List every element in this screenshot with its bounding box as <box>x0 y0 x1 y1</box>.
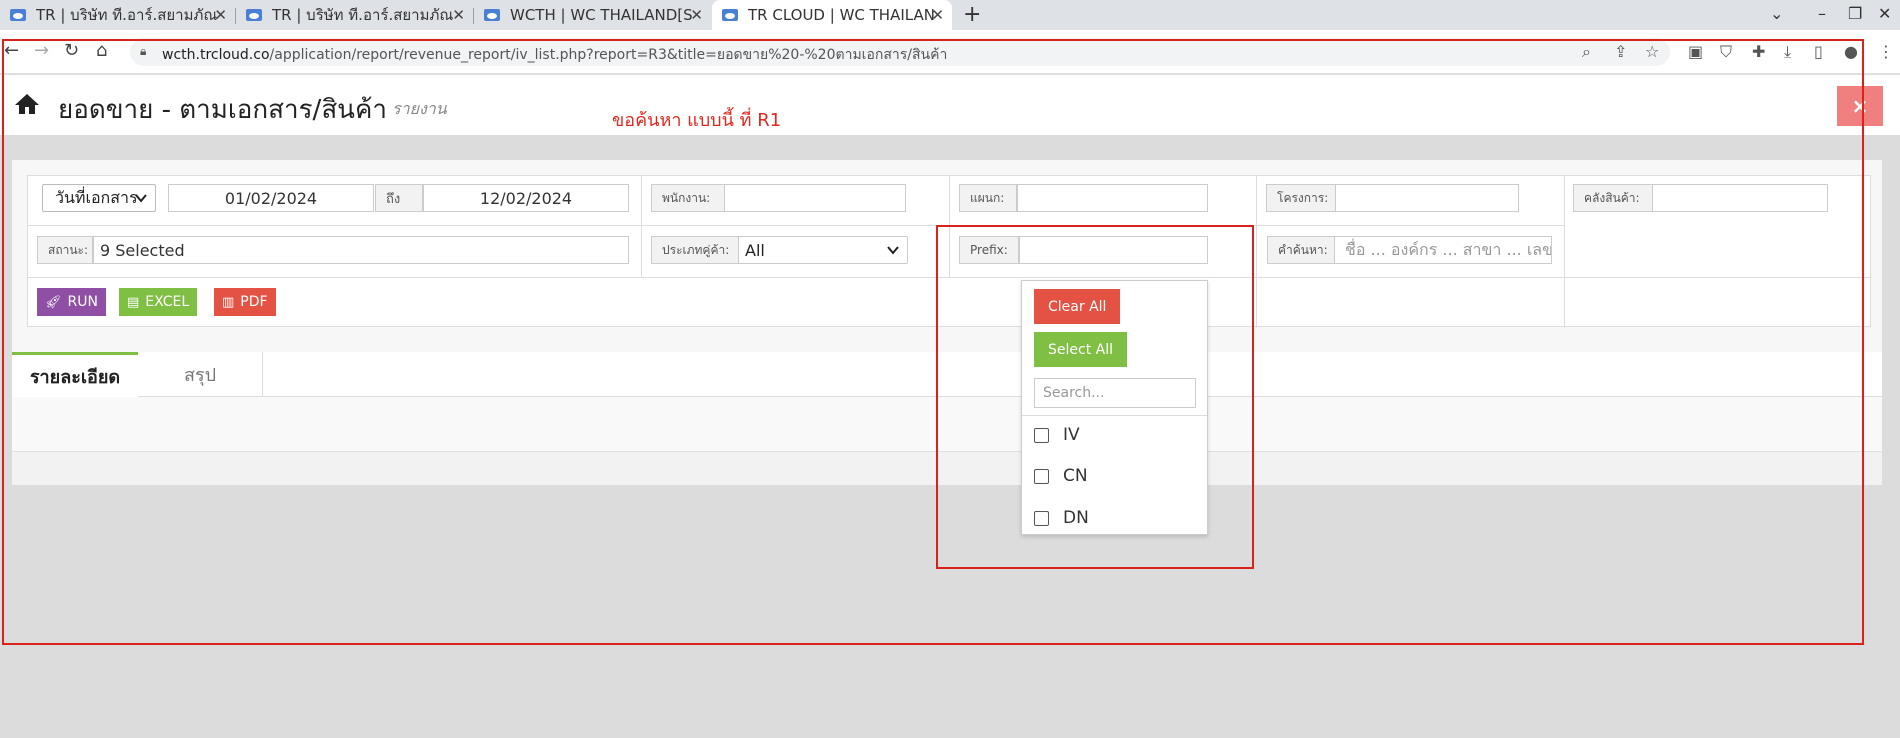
minimize-icon[interactable]: – <box>1818 4 1826 23</box>
browser-tab-2[interactable]: TR | บริษัท ที.อาร์.สยามภัณ ✕ <box>236 0 473 30</box>
browser-tab-4-active[interactable]: TR CLOUD | WC THAILAN ✕ <box>712 0 952 30</box>
annotation-frame-prefix <box>936 225 1254 569</box>
browser-tab-3[interactable]: WCTH | WC THAILAND[S ✕ <box>474 0 711 30</box>
annotation-frame-outer <box>2 39 1864 645</box>
close-tab-icon[interactable]: ✕ <box>452 6 465 24</box>
cloud-icon <box>484 8 500 22</box>
new-tab-icon[interactable]: + <box>963 2 981 27</box>
cloud-icon <box>246 8 262 22</box>
close-tab-icon[interactable]: ✕ <box>931 6 944 24</box>
tab-title: TR | บริษัท ที.อาร์.สยามภัณ <box>272 6 454 24</box>
tab-search-chevron-icon[interactable]: ⌄ <box>1770 4 1783 23</box>
browser-tab-bar: TR | บริษัท ที.อาร์.สยามภัณ ✕ TR | บริษั… <box>0 0 1900 30</box>
menu-kebab-icon[interactable]: ⋮ <box>1878 42 1894 61</box>
tab-title: TR CLOUD | WC THAILAN <box>748 6 935 24</box>
restore-icon[interactable]: ❐ <box>1848 4 1862 23</box>
tab-title: WCTH | WC THAILAND[S <box>510 6 693 24</box>
tab-title: TR | บริษัท ที.อาร์.สยามภัณ <box>36 6 218 24</box>
close-tab-icon[interactable]: ✕ <box>690 6 703 24</box>
cloud-icon <box>10 8 26 22</box>
cloud-icon <box>722 8 738 22</box>
close-window-icon[interactable]: ✕ <box>1878 4 1891 23</box>
close-tab-icon[interactable]: ✕ <box>214 6 227 24</box>
browser-tab-1[interactable]: TR | บริษัท ที.อาร์.สยามภัณ ✕ <box>0 0 235 30</box>
